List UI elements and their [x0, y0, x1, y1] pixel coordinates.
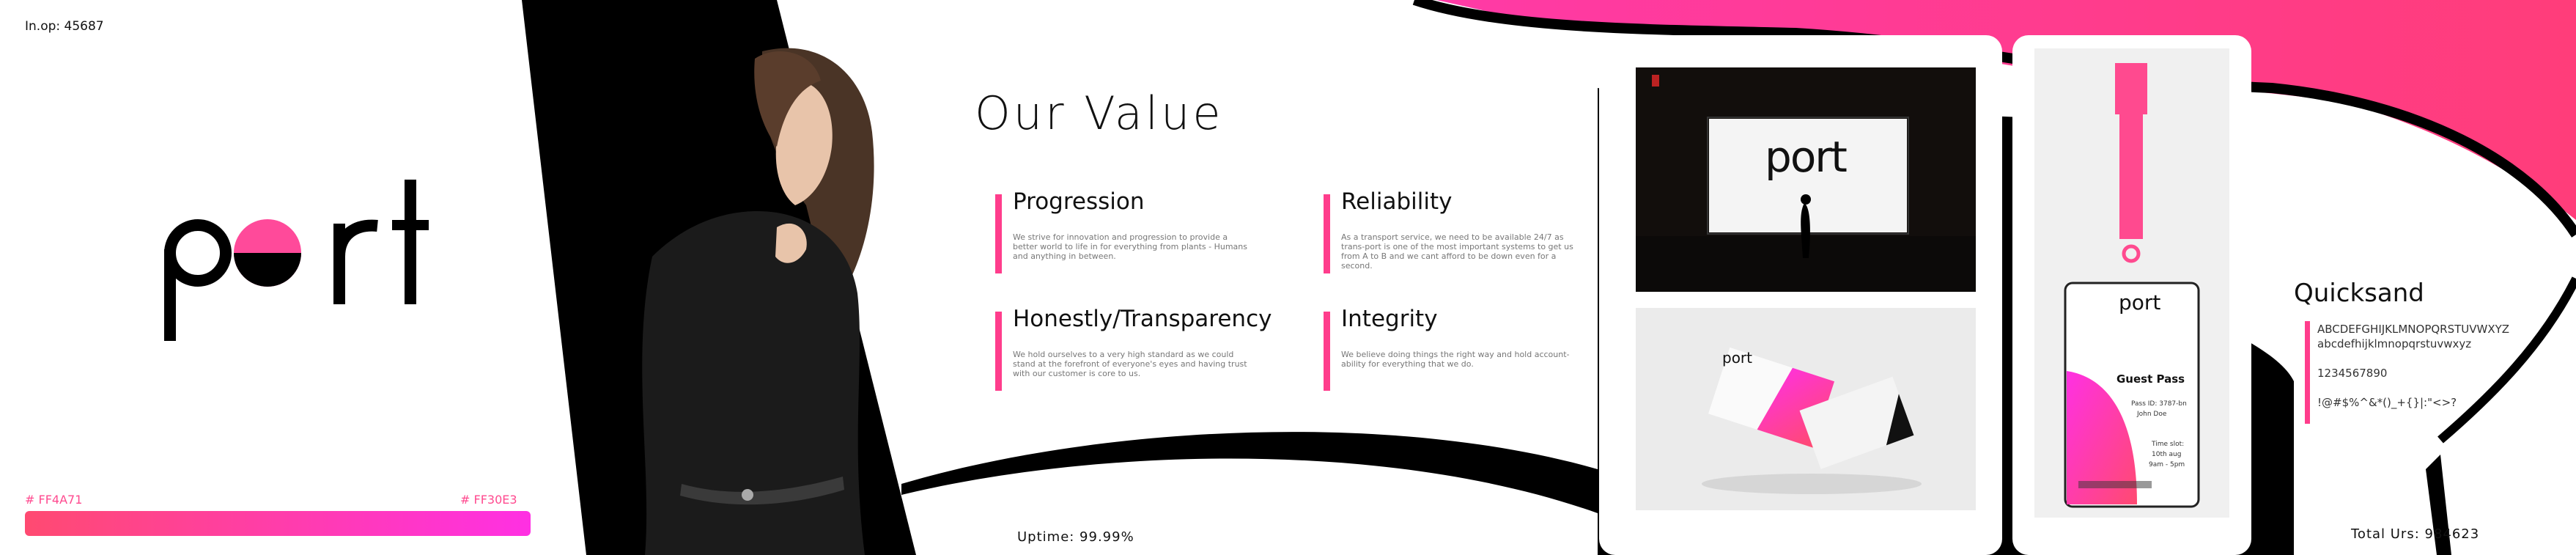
billboard-mockup: port [1636, 67, 1976, 292]
badge-title: Guest Pass [2116, 372, 2185, 386]
business-cards [1702, 347, 1922, 494]
value-accent-bar [1324, 312, 1330, 391]
value-text: We hold ourselves to a very high standar… [1013, 350, 1247, 378]
value-text: We believe doing things the right way an… [1341, 350, 1570, 369]
swatch-left-label: # FF4A71 [25, 493, 83, 507]
typography-accent-bar [2305, 321, 2310, 424]
font-lowercase: abcdefhijklmnopqrstuvwxyz [2317, 337, 2472, 350]
value-text: We strive for innovation and progression… [1013, 232, 1248, 261]
value-accent-bar [1324, 194, 1330, 273]
badge-date: 10th aug [2152, 451, 2182, 458]
billboard-logo: port [1765, 132, 1848, 182]
value-accent-bar [995, 194, 1002, 273]
business-card-mockup: port [1636, 308, 1976, 510]
badge-mockup: port Guest Pass Pass ID: 3787-bn John Do… [2034, 48, 2229, 518]
value-heading: Progression [1013, 188, 1145, 215]
badge-pass-id: Pass ID: 3787-bn [2131, 400, 2187, 408]
lanyard [2064, 63, 2200, 508]
value-heading: Reliability [1341, 188, 1453, 215]
value-heading: Honestly/Transparency [1013, 306, 1272, 332]
uptime-label: Uptime: 99.99% [1017, 529, 1134, 545]
woman-photo [642, 48, 874, 555]
badge-time-label: Time slot: [2152, 441, 2185, 448]
port-logo [164, 180, 429, 341]
value-text: As a transport service, we need to be av… [1341, 232, 1573, 271]
values-title: Our Value [975, 87, 1224, 140]
badge-time: 9am - 5pm [2149, 461, 2185, 468]
swatch-right-label: # FF30E3 [460, 493, 517, 507]
font-uppercase: ABCDEFGHIJKLMNOPQRSTUVWXYZ [2317, 323, 2510, 336]
value-heading: Integrity [1341, 306, 1438, 332]
value-accent-bar [995, 312, 1002, 391]
font-name: Quicksand [2294, 279, 2424, 308]
inop-label: In.op: 45687 [25, 19, 104, 34]
brand-board: In.op: 45687 # FF4A71 # FF30E3 Our Value [0, 0, 2576, 555]
font-symbols: !@#$%^&*()_+{}|:"<>? [2317, 396, 2457, 409]
badge-name: John Doe [2137, 411, 2167, 418]
font-digits: 1234567890 [2317, 367, 2388, 380]
total-users-label: Total Urs: 984623 [2351, 526, 2480, 542]
business-card-logo: port [1722, 349, 1752, 367]
badge-logo: port [2119, 290, 2161, 315]
gradient-swatch-bar [25, 511, 531, 536]
